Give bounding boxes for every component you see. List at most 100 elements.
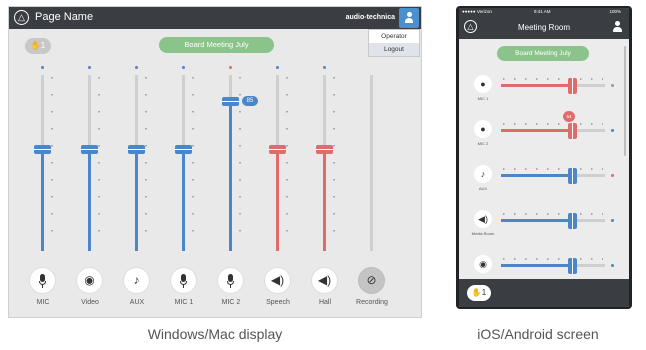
status-time: 9:41 AM bbox=[534, 9, 551, 14]
desktop-app-window: △ Page Name audio-technica Operator Logo… bbox=[8, 6, 422, 318]
channel-button[interactable]: ♪ bbox=[123, 267, 150, 294]
channel-label: Media Room bbox=[471, 231, 495, 236]
slider-ticks bbox=[503, 123, 603, 125]
channel-label: AUX bbox=[478, 186, 488, 191]
slider-ticks bbox=[503, 78, 603, 80]
slider-knob[interactable] bbox=[567, 258, 577, 274]
channel-status-dot bbox=[88, 66, 91, 69]
channel-button[interactable]: ◀) bbox=[264, 267, 291, 294]
user-icon[interactable] bbox=[613, 21, 622, 33]
channel-status-dot bbox=[611, 129, 614, 132]
meeting-name-pill[interactable]: Board Meeting July bbox=[497, 46, 589, 61]
speaker-icon: ◀) bbox=[317, 273, 332, 287]
fader-level bbox=[323, 148, 326, 251]
user-menu-button[interactable] bbox=[399, 8, 419, 28]
status-carrier: ●●●●● Verizon bbox=[462, 9, 492, 14]
fader-knob[interactable] bbox=[269, 144, 286, 154]
video-icon: ◉ bbox=[479, 259, 487, 269]
channel-status-dot bbox=[611, 264, 614, 267]
channel-status-dot bbox=[41, 66, 44, 69]
slider-knob[interactable] bbox=[567, 168, 577, 184]
channel-label: Video bbox=[81, 299, 99, 306]
channel-status-dot bbox=[323, 66, 326, 69]
fader-ticks bbox=[286, 77, 288, 247]
hand-icon: ✋ bbox=[471, 288, 482, 297]
slider-ticks bbox=[503, 258, 603, 260]
channel-status-dot bbox=[370, 66, 373, 69]
channel-label: MIC 2 bbox=[477, 141, 489, 146]
channel-label: MIC 2 bbox=[221, 299, 241, 306]
menu-item-operator[interactable]: Operator bbox=[369, 30, 419, 43]
fader-ticks bbox=[333, 77, 335, 247]
mobile-bottom-bar: ✋1 bbox=[459, 279, 629, 307]
channel-button[interactable] bbox=[170, 267, 197, 294]
fader-knob[interactable] bbox=[81, 144, 98, 154]
channel-button[interactable]: ◀) bbox=[311, 267, 338, 294]
hand-raise-badge[interactable]: ✋1 bbox=[25, 38, 51, 54]
fader-knob[interactable] bbox=[316, 144, 333, 154]
mobile-channel-row: ● MIC 2 64 bbox=[459, 111, 629, 153]
mobile-channel-row: ◀) Media Room bbox=[459, 207, 629, 243]
record-disabled-icon: ⊘ bbox=[366, 273, 377, 287]
speaker-icon: ◀) bbox=[478, 214, 488, 224]
fader-level bbox=[41, 148, 44, 251]
fader-level bbox=[229, 101, 232, 251]
brand-logo: audio-technica bbox=[345, 14, 395, 21]
menu-item-logout[interactable]: Logout bbox=[369, 43, 419, 56]
fader-ticks bbox=[145, 77, 147, 247]
channel-strip: MIC bbox=[23, 59, 63, 317]
mobile-caption: iOS/Android screen bbox=[477, 326, 599, 342]
channel-label: MIC bbox=[36, 299, 50, 306]
mic-icon-stand bbox=[230, 285, 231, 288]
channel-button[interactable]: ◉ bbox=[474, 255, 492, 273]
fader-knob[interactable] bbox=[175, 144, 192, 154]
channel-button[interactable]: ◉ bbox=[76, 267, 103, 294]
fader-ticks bbox=[239, 77, 241, 247]
hand-raise-badge[interactable]: ✋1 bbox=[467, 285, 491, 301]
fader-track[interactable] bbox=[370, 75, 373, 251]
channel-label: Recording bbox=[356, 299, 388, 306]
channel-button[interactable]: ♪ bbox=[474, 165, 492, 183]
music-note-icon: ♪ bbox=[480, 169, 486, 179]
slider-level bbox=[501, 174, 568, 177]
mobile-title: Meeting Room bbox=[517, 23, 571, 32]
status-battery: 100% bbox=[609, 9, 621, 14]
channel-button[interactable]: ● bbox=[474, 120, 492, 138]
slider-level bbox=[501, 129, 568, 132]
phone-screen: ●●●●● Verizon 9:41 AM 100% △ Meeting Roo… bbox=[459, 8, 629, 307]
channel-button[interactable]: ◀) bbox=[474, 210, 492, 228]
desktop-header-bar: △ Page Name audio-technica bbox=[9, 7, 421, 29]
speaker-icon: ◀) bbox=[270, 273, 285, 287]
slider-knob[interactable] bbox=[567, 78, 577, 94]
slider-knob[interactable] bbox=[567, 213, 577, 229]
channel-status-dot bbox=[611, 174, 614, 177]
user-dropdown-menu: Operator Logout bbox=[368, 29, 420, 57]
user-icon bbox=[405, 12, 413, 24]
video-icon: ◉ bbox=[84, 273, 95, 287]
channel-label: MIC 1 bbox=[174, 299, 194, 306]
mobile-channel-row: ♪ AUX bbox=[459, 162, 629, 198]
mobile-header-bar: △ Meeting Room bbox=[459, 15, 629, 39]
fader-knob[interactable] bbox=[34, 144, 51, 154]
mic-icon: ● bbox=[480, 79, 486, 89]
channel-label: Speech bbox=[266, 299, 290, 306]
channel-status-dot bbox=[135, 66, 138, 69]
channel-button[interactable] bbox=[29, 267, 56, 294]
meeting-name-pill[interactable]: Board Meeting July bbox=[159, 37, 274, 53]
fader-ticks bbox=[192, 77, 194, 247]
slider-ticks bbox=[503, 168, 603, 170]
channel-strip: 85 MIC 2 bbox=[211, 59, 258, 317]
channel-label: Hall bbox=[318, 299, 332, 306]
channel-button[interactable] bbox=[217, 267, 244, 294]
channel-button[interactable]: ⊘ bbox=[358, 267, 385, 294]
fader-level bbox=[135, 148, 138, 251]
music-note-icon: ♪ bbox=[133, 273, 140, 287]
channel-button[interactable]: ● bbox=[474, 75, 492, 93]
fader-knob[interactable] bbox=[222, 97, 239, 107]
channel-strip: ◀) Speech bbox=[258, 59, 298, 317]
fader-knob[interactable] bbox=[128, 144, 145, 154]
channel-strip: ◀) Hall bbox=[305, 59, 345, 317]
hand-icon: ✋ bbox=[30, 41, 41, 50]
slider-knob[interactable] bbox=[567, 123, 577, 139]
app-logo-icon: △ bbox=[14, 10, 29, 25]
